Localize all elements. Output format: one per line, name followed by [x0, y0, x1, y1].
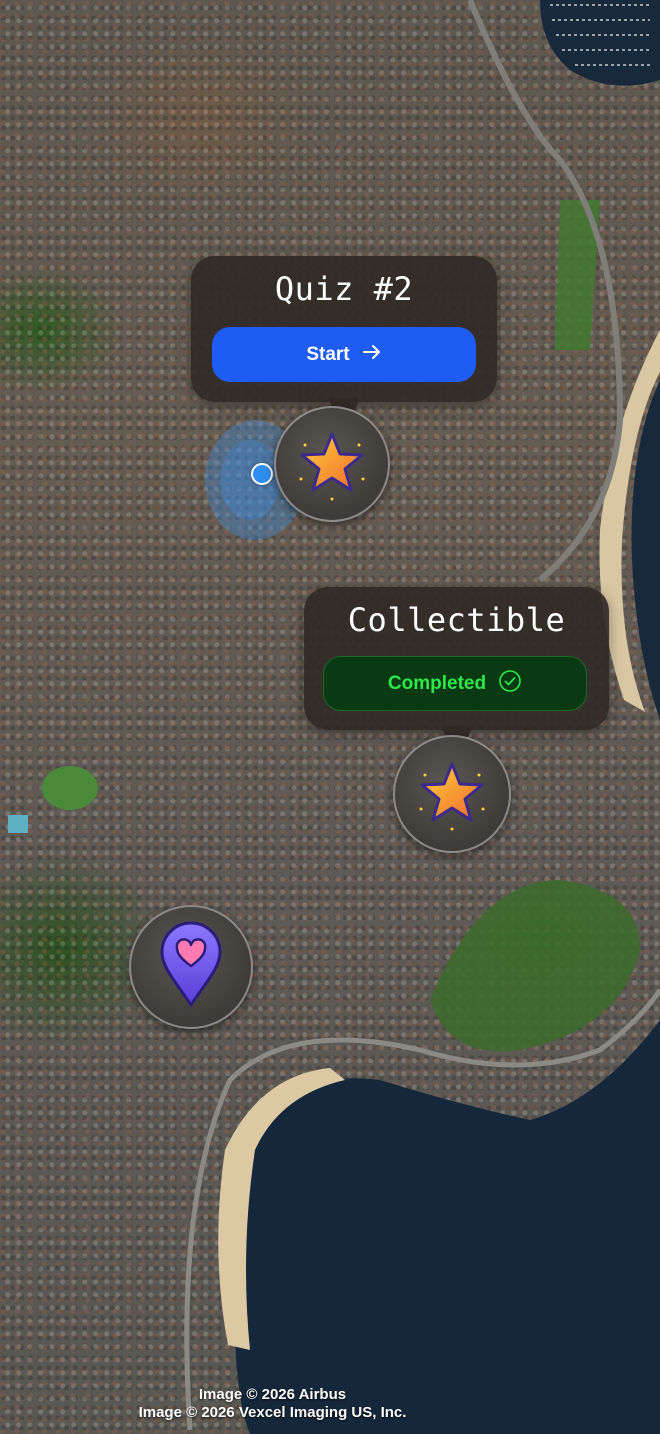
satellite-map[interactable]: Quiz #2 Start Collectible Completed Imag…	[0, 0, 660, 1434]
map-attribution: Image © 2026 Airbus Image © 2026 Vexcel …	[0, 1386, 545, 1422]
attribution-line-1: Image © 2026 Airbus	[198, 1386, 347, 1403]
arrow-right-icon	[362, 344, 382, 366]
check-circle-icon	[498, 669, 522, 699]
start-quiz-button[interactable]: Start	[212, 327, 476, 382]
user-location-dot[interactable]	[251, 463, 273, 485]
collectible-callout: Collectible Completed	[304, 587, 609, 742]
completed-button[interactable]: Completed	[323, 656, 587, 711]
star-icon	[287, 417, 377, 511]
star-icon	[407, 747, 497, 841]
quiz-title: Quiz #2	[274, 270, 414, 308]
start-button-label: Start	[306, 343, 350, 365]
heart-pin-icon	[156, 920, 226, 1014]
quiz-marker[interactable]	[274, 406, 390, 522]
favorite-marker[interactable]	[129, 905, 253, 1029]
quiz-callout: Quiz #2 Start	[191, 256, 497, 414]
completed-button-label: Completed	[387, 672, 487, 694]
attribution-line-2: Image © 2026 Vexcel Imaging US, Inc.	[138, 1404, 407, 1421]
collectible-marker[interactable]	[393, 735, 511, 853]
collectible-title: Collectible	[347, 601, 566, 639]
